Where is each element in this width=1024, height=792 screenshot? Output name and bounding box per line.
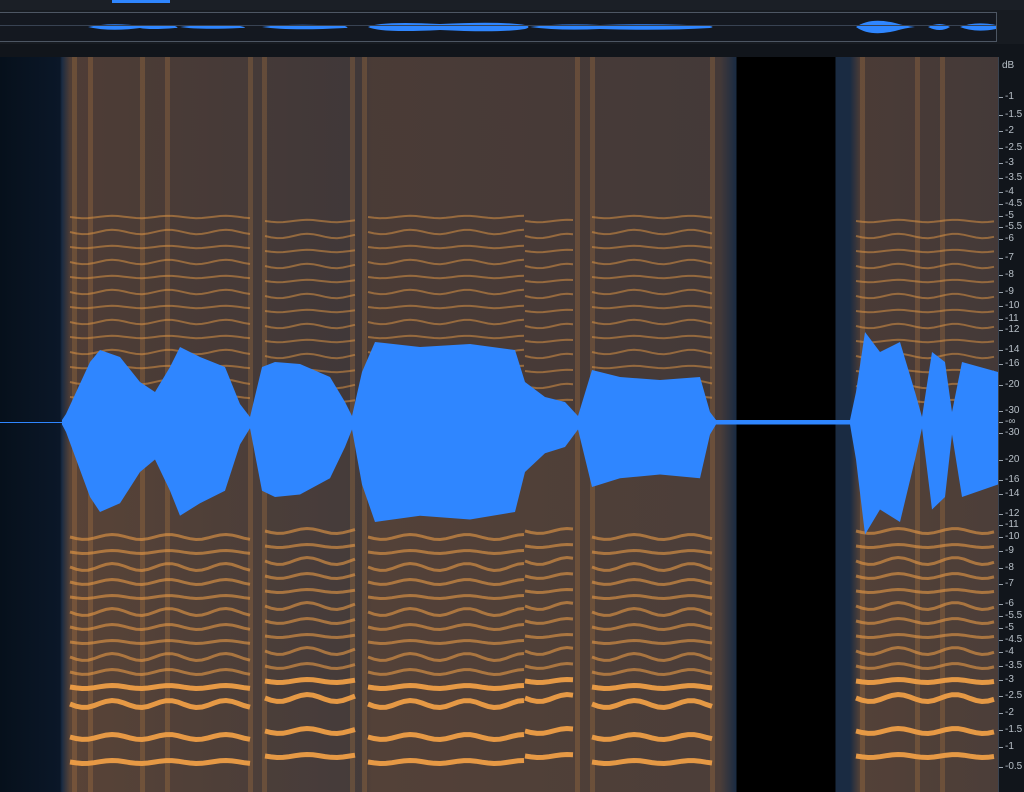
tick-label: -4.5 — [1005, 634, 1023, 645]
tick-mark — [999, 525, 1003, 526]
tick-mark — [999, 204, 1003, 205]
tick-label: -3.5 — [1005, 172, 1023, 183]
tick-label: -30 — [1005, 427, 1020, 438]
tick-label: -6 — [1005, 233, 1014, 244]
waveform-centerline — [0, 422, 998, 423]
tick-mark — [999, 115, 1003, 116]
tick-mark — [999, 192, 1003, 193]
tick-label: -10 — [1005, 300, 1020, 311]
tick-mark — [999, 385, 1003, 386]
tick-mark — [999, 148, 1003, 149]
tick-mark — [999, 537, 1003, 538]
tick-label: -20 — [1005, 454, 1020, 465]
tick-mark — [999, 411, 1003, 412]
tick-label: -2.5 — [1005, 690, 1023, 701]
overview-centerline — [0, 25, 996, 26]
tick-label: -5.5 — [1005, 610, 1023, 621]
tick-label: -4 — [1005, 646, 1014, 657]
tick-label: -8 — [1005, 562, 1014, 573]
overview-track[interactable] — [0, 12, 997, 42]
tick-mark — [999, 551, 1003, 552]
tick-label: -9 — [1005, 286, 1014, 297]
tick-mark — [999, 616, 1003, 617]
tick-label: -3.5 — [1005, 660, 1023, 671]
timeline-divider — [0, 44, 1024, 57]
tick-label: -7 — [1005, 252, 1014, 263]
tick-mark — [999, 330, 1003, 331]
tick-label: -1 — [1005, 91, 1014, 102]
tick-label: -6 — [1005, 598, 1014, 609]
tick-mark — [999, 730, 1003, 731]
tick-label: -14 — [1005, 344, 1020, 355]
tick-mark — [999, 604, 1003, 605]
tick-label: -16 — [1005, 474, 1020, 485]
tick-mark — [999, 652, 1003, 653]
tick-mark — [999, 239, 1003, 240]
tick-mark — [999, 275, 1003, 276]
tick-mark — [999, 227, 1003, 228]
tick-label: -3 — [1005, 674, 1014, 685]
tick-mark — [999, 97, 1003, 98]
tick-mark — [999, 216, 1003, 217]
tick-label: -1.5 — [1005, 109, 1023, 120]
tick-label: -11 — [1005, 519, 1019, 530]
tick-label: -2 — [1005, 125, 1014, 136]
waveform-overlay — [62, 332, 998, 535]
tick-label: -14 — [1005, 488, 1020, 499]
tick-mark — [999, 666, 1003, 667]
tick-label: -16 — [1005, 358, 1020, 369]
tick-mark — [999, 713, 1003, 714]
db-scale: dB -1 -1.5 -2 -2.5 -3 -3.5 -4 -4.5 -5 -5.5 -6 -7 -8-… — [998, 57, 1024, 792]
tick-label: -5 — [1005, 622, 1014, 633]
tick-mark — [999, 350, 1003, 351]
tick-label: -5.5 — [1005, 221, 1023, 232]
tick-label: -10 — [1005, 531, 1020, 542]
tick-mark — [999, 628, 1003, 629]
tick-mark — [999, 131, 1003, 132]
tick-mark — [999, 258, 1003, 259]
tick-label: -2 — [1005, 707, 1014, 718]
tick-label: -4 — [1005, 186, 1014, 197]
db-unit-label: dB — [1002, 60, 1015, 71]
tick-label: -2.5 — [1005, 142, 1023, 153]
tick-label: -9 — [1005, 545, 1014, 556]
tick-mark — [999, 568, 1003, 569]
tick-mark — [999, 460, 1003, 461]
tick-mark — [999, 433, 1003, 434]
tick-mark — [999, 584, 1003, 585]
tick-mark — [999, 319, 1003, 320]
tick-mark — [999, 680, 1003, 681]
overview-waveform — [88, 20, 996, 34]
waveform-overview[interactable] — [0, 10, 1024, 44]
tick-label: -3 — [1005, 157, 1014, 168]
tick-label: -20 — [1005, 379, 1020, 390]
tick-label: -0.5 — [1005, 761, 1023, 772]
tick-label: -8 — [1005, 269, 1014, 280]
tick-label: -1.5 — [1005, 724, 1023, 735]
tick-label: -1 — [1005, 741, 1014, 752]
tick-mark — [999, 178, 1003, 179]
tick-mark — [999, 306, 1003, 307]
tick-mark — [999, 480, 1003, 481]
waveform-envelope — [62, 332, 998, 535]
tick-mark — [999, 163, 1003, 164]
tick-mark — [999, 696, 1003, 697]
tick-mark — [999, 767, 1003, 768]
tick-label: -7 — [1005, 578, 1014, 589]
tick-mark — [999, 292, 1003, 293]
active-tab-indicator[interactable] — [112, 0, 170, 3]
tick-label: -12 — [1005, 324, 1020, 335]
tick-label: -4.5 — [1005, 198, 1023, 209]
tick-mark — [999, 747, 1003, 748]
tick-mark — [999, 514, 1003, 515]
tick-mark — [999, 640, 1003, 641]
tick-mark — [999, 422, 1003, 423]
tick-mark — [999, 364, 1003, 365]
top-toolbar — [0, 0, 1024, 10]
spectrogram-view[interactable] — [0, 57, 998, 792]
tick-mark — [999, 494, 1003, 495]
